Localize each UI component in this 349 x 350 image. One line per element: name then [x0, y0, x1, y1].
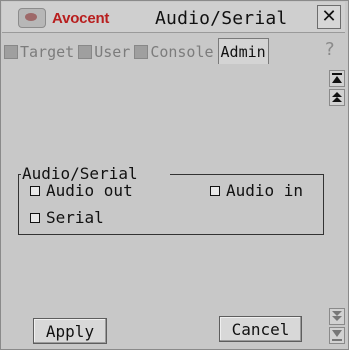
- window-title: Audio/Serial: [155, 8, 288, 29]
- tab-label: Admin: [220, 42, 266, 61]
- brand-name: Avocent: [52, 9, 110, 27]
- checkbox-label: Audio out: [46, 181, 133, 200]
- title-bar: Avocent Audio/Serial ✕: [2, 2, 345, 33]
- audio-in-checkbox[interactable]: Audio in: [210, 181, 303, 200]
- tab-label: Console: [150, 43, 214, 61]
- checkbox-label: Audio in: [226, 181, 304, 200]
- apply-button[interactable]: Apply: [33, 318, 107, 344]
- checkbox-box[interactable]: [30, 212, 40, 223]
- tab-user[interactable]: User: [76, 40, 132, 64]
- scroll-down-icon: [332, 311, 342, 321]
- avocent-logo-icon: [18, 8, 46, 28]
- tab-label: Target: [20, 43, 75, 61]
- tab-console[interactable]: Console: [132, 40, 215, 64]
- close-icon: ✕: [321, 6, 337, 27]
- serial-checkbox[interactable]: Serial: [30, 208, 104, 227]
- tab-target[interactable]: Target: [2, 40, 76, 64]
- tab-admin[interactable]: Admin: [217, 38, 269, 64]
- cancel-button[interactable]: Cancel: [219, 316, 302, 342]
- group-border: [170, 174, 323, 175]
- scroll-to-bottom-icon: [332, 330, 342, 341]
- scroll-bottom-button[interactable]: [329, 327, 345, 344]
- help-icon[interactable]: ?: [325, 39, 335, 60]
- scroll-up-icon: [332, 92, 342, 102]
- scroll-top-button[interactable]: [329, 70, 345, 87]
- target-icon: [4, 45, 18, 59]
- checkbox-box[interactable]: [30, 185, 40, 196]
- user-icon: [78, 45, 93, 59]
- audio-out-checkbox[interactable]: Audio out: [30, 181, 133, 200]
- scroll-down-button[interactable]: [329, 308, 345, 325]
- checkbox-box[interactable]: [210, 185, 220, 196]
- console-icon: [134, 45, 149, 59]
- avocent-logo: Avocent: [18, 8, 109, 28]
- tab-label: User: [94, 43, 131, 61]
- tab-bar: Target User Console Admin: [2, 36, 322, 64]
- scroll-up-button[interactable]: [329, 89, 345, 106]
- scroll-to-top-icon: [332, 73, 342, 83]
- checkbox-label: Serial: [46, 208, 104, 227]
- close-button[interactable]: ✕: [317, 5, 341, 29]
